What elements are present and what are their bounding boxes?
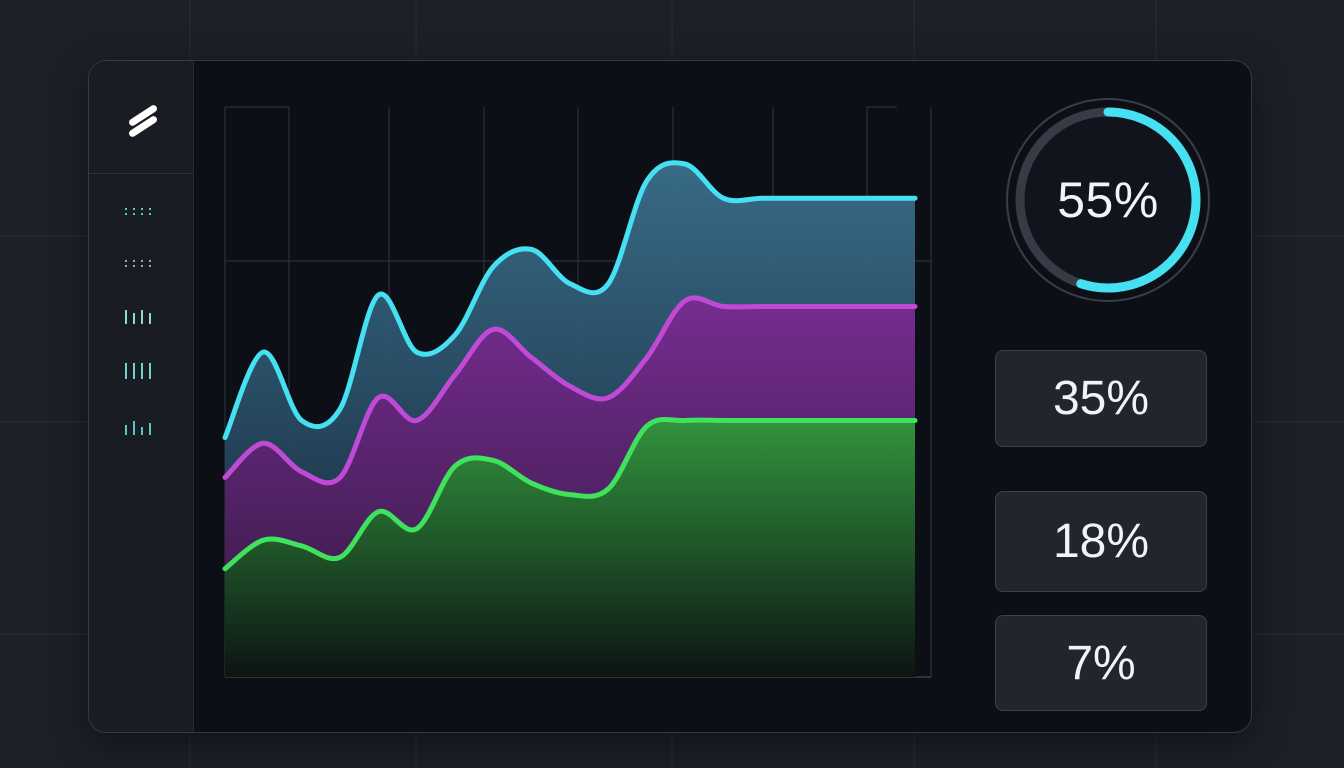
stat-box-2: 18%	[995, 491, 1207, 592]
progress-gauge: 55%	[1005, 97, 1211, 303]
gauge-label: 55%	[1057, 172, 1159, 228]
stat-box-3: 7%	[995, 615, 1207, 711]
stat-box-1: 35%	[995, 350, 1207, 447]
dashboard-card: 55% 35% 18% 7%	[88, 60, 1252, 733]
